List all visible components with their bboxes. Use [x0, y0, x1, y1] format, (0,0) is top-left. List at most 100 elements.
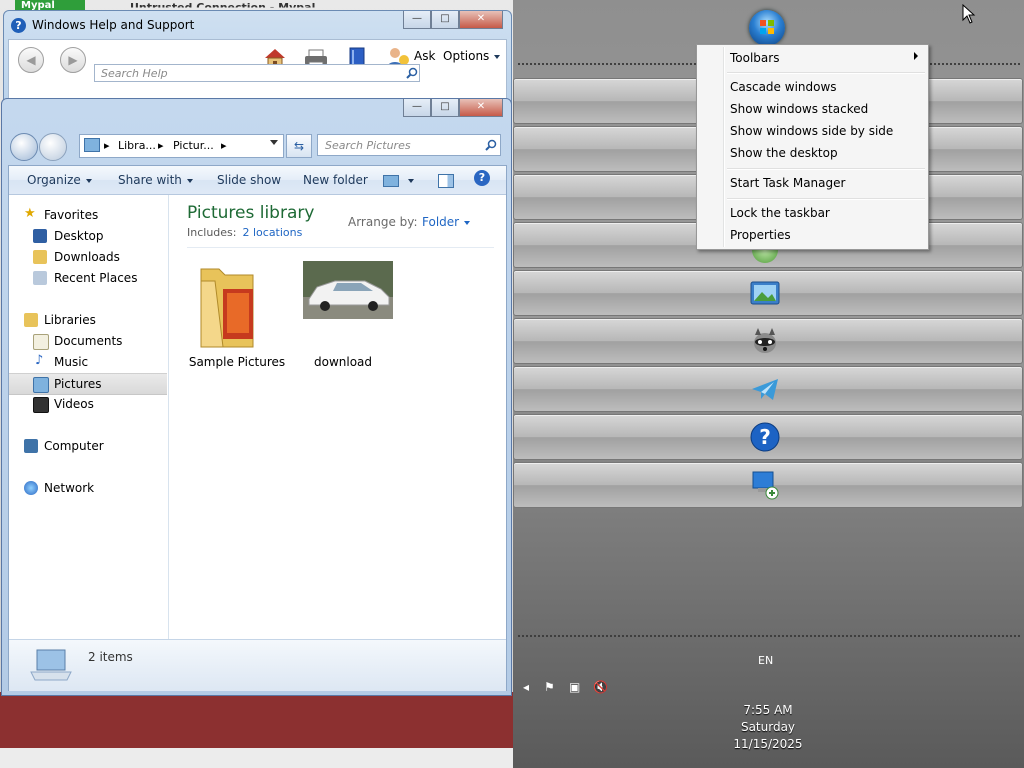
library-includes: Includes: 2 locations: [187, 226, 302, 239]
action-center-flag-icon[interactable]: ⚑: [544, 680, 555, 694]
maximize-button[interactable]: □: [431, 11, 459, 29]
taskbar-button-raccoon[interactable]: [513, 318, 1023, 364]
ask-button[interactable]: Ask: [414, 49, 435, 63]
menu-item-start-task-manager[interactable]: Start Task Manager: [730, 176, 845, 190]
menu-item-show-windows-side-by-side[interactable]: Show windows side by side: [730, 124, 893, 138]
nav-downloads[interactable]: Downloads: [9, 247, 167, 267]
nav-recent-places[interactable]: Recent Places: [9, 268, 167, 288]
background-window-strip: [0, 692, 513, 748]
search-pictures-input[interactable]: Search Pictures: [317, 134, 501, 156]
start-button[interactable]: [749, 10, 785, 46]
help-button[interactable]: ?: [474, 170, 490, 186]
nav-libraries[interactable]: Libraries: [9, 310, 167, 330]
nav-label: Favorites: [44, 208, 99, 222]
nav-computer[interactable]: Computer: [9, 436, 167, 456]
taskbar-button-help[interactable]: ?: [513, 414, 1023, 460]
taskbar-button-telegram[interactable]: [513, 366, 1023, 412]
refresh-button[interactable]: ⇆: [286, 134, 312, 158]
back-button[interactable]: ◀: [18, 47, 44, 73]
nav-label: Pictures: [54, 377, 102, 391]
nav-favorites[interactable]: ★ Favorites: [9, 205, 167, 225]
content-divider: [187, 247, 494, 248]
nav-desktop[interactable]: Desktop: [9, 226, 167, 246]
search-icon[interactable]: [485, 139, 497, 151]
taskbar-button-remote-desktop[interactable]: [513, 462, 1023, 508]
clock-day: Saturday: [740, 720, 796, 734]
taskbar-context-menu[interactable]: Toolbars Cascade windows Show windows st…: [696, 44, 929, 250]
menu-item-properties[interactable]: Properties: [730, 228, 791, 242]
menu-item-lock-taskbar[interactable]: Lock the taskbar: [730, 206, 830, 220]
menu-item-show-windows-stacked[interactable]: Show windows stacked: [730, 102, 868, 116]
locations-link[interactable]: 2 locations: [242, 226, 302, 239]
breadcrumb-libraries[interactable]: Libra...: [118, 139, 156, 152]
address-bar[interactable]: ▸ Libra... ▸ Pictur... ▸: [79, 134, 284, 158]
back-button[interactable]: [10, 133, 38, 161]
show-hidden-icons-icon[interactable]: ◂: [523, 680, 529, 694]
new-folder-button[interactable]: New folder: [303, 173, 368, 187]
language-indicator[interactable]: EN: [758, 654, 773, 667]
slide-show-button[interactable]: Slide show: [217, 173, 281, 187]
star-icon: ★: [24, 206, 36, 221]
nav-music[interactable]: ♪ Music: [9, 352, 167, 372]
submenu-arrow-icon: [914, 52, 918, 60]
help-window[interactable]: ? Windows Help and Support — □ ✕ ◀ ▶ Ask…: [3, 10, 512, 112]
minimize-button[interactable]: —: [403, 99, 431, 117]
network-icon[interactable]: ▣: [569, 680, 580, 694]
recent-places-icon: [33, 271, 47, 285]
close-button[interactable]: ✕: [459, 11, 503, 29]
menu-item-toolbars[interactable]: Toolbars: [730, 51, 779, 65]
help-search-input[interactable]: Search Help: [94, 64, 420, 82]
share-with-button[interactable]: Share with: [118, 173, 193, 187]
computer-icon: [24, 439, 38, 453]
view-icon: [383, 174, 399, 187]
close-button[interactable]: ✕: [459, 99, 503, 117]
nav-network[interactable]: Network: [9, 478, 167, 498]
arrange-by-dropdown[interactable]: Folder: [422, 215, 471, 229]
chevron-down-icon: [186, 178, 193, 183]
command-bar: Organize Share with Slide show New folde…: [9, 166, 506, 195]
preview-pane-icon: [438, 173, 454, 188]
clock-date: 11/15/2025: [733, 737, 803, 751]
taskbar-button-photo-viewer[interactable]: [513, 270, 1023, 316]
videos-icon: [33, 397, 49, 413]
menu-separator: [727, 168, 925, 170]
explorer-window[interactable]: — □ ✕ ▸ Libra... ▸ Pictur... ▸ ⇆ Search …: [1, 98, 512, 696]
share-label: Share with: [118, 173, 182, 187]
library-title: Pictures library: [187, 203, 315, 223]
minimize-button[interactable]: —: [403, 11, 431, 29]
volume-muted-icon[interactable]: 🔇: [593, 680, 608, 694]
breadcrumb-separator: ▸: [104, 139, 110, 152]
nav-pictures[interactable]: Pictures: [9, 373, 167, 395]
change-view-button[interactable]: [383, 173, 414, 187]
network-globe-icon: [24, 481, 38, 495]
menu-item-cascade-windows[interactable]: Cascade windows: [730, 80, 837, 94]
maximize-button[interactable]: □: [431, 99, 459, 117]
pictures-icon: [33, 377, 49, 393]
laptop-icon: [30, 649, 72, 681]
nav-videos[interactable]: Videos: [9, 394, 167, 414]
photo-viewer-icon: [750, 281, 780, 305]
preview-pane-button[interactable]: [438, 173, 454, 188]
menu-item-show-desktop[interactable]: Show the desktop: [730, 146, 838, 160]
breadcrumb-pictures[interactable]: Pictur...: [173, 139, 214, 152]
address-dropdown-icon[interactable]: [270, 140, 278, 145]
nav-documents[interactable]: Documents: [9, 331, 167, 351]
file-list: Pictures library Includes: 2 locations Ar…: [169, 195, 506, 639]
options-label: Options: [443, 49, 490, 63]
forward-button[interactable]: ▶: [60, 47, 86, 73]
taskbar-grip-bottom[interactable]: [517, 634, 1020, 638]
downloads-icon: [33, 250, 47, 264]
breadcrumb-separator: ▸: [158, 139, 164, 152]
chevron-down-icon: [494, 54, 501, 59]
clock-time: 7:55 AM: [743, 703, 793, 717]
includes-label: Includes:: [187, 226, 237, 239]
pictures-library-icon: [84, 138, 100, 152]
forward-button[interactable]: [39, 133, 67, 161]
car-thumbnail-icon: [303, 261, 393, 319]
clock[interactable]: 7:55 AM Saturday 11/15/2025: [718, 702, 818, 753]
menu-gutter: [723, 47, 725, 247]
nav-label: Downloads: [54, 250, 120, 264]
organize-button[interactable]: Organize: [27, 173, 92, 187]
search-icon[interactable]: [406, 67, 418, 79]
options-button[interactable]: Options: [443, 49, 501, 63]
